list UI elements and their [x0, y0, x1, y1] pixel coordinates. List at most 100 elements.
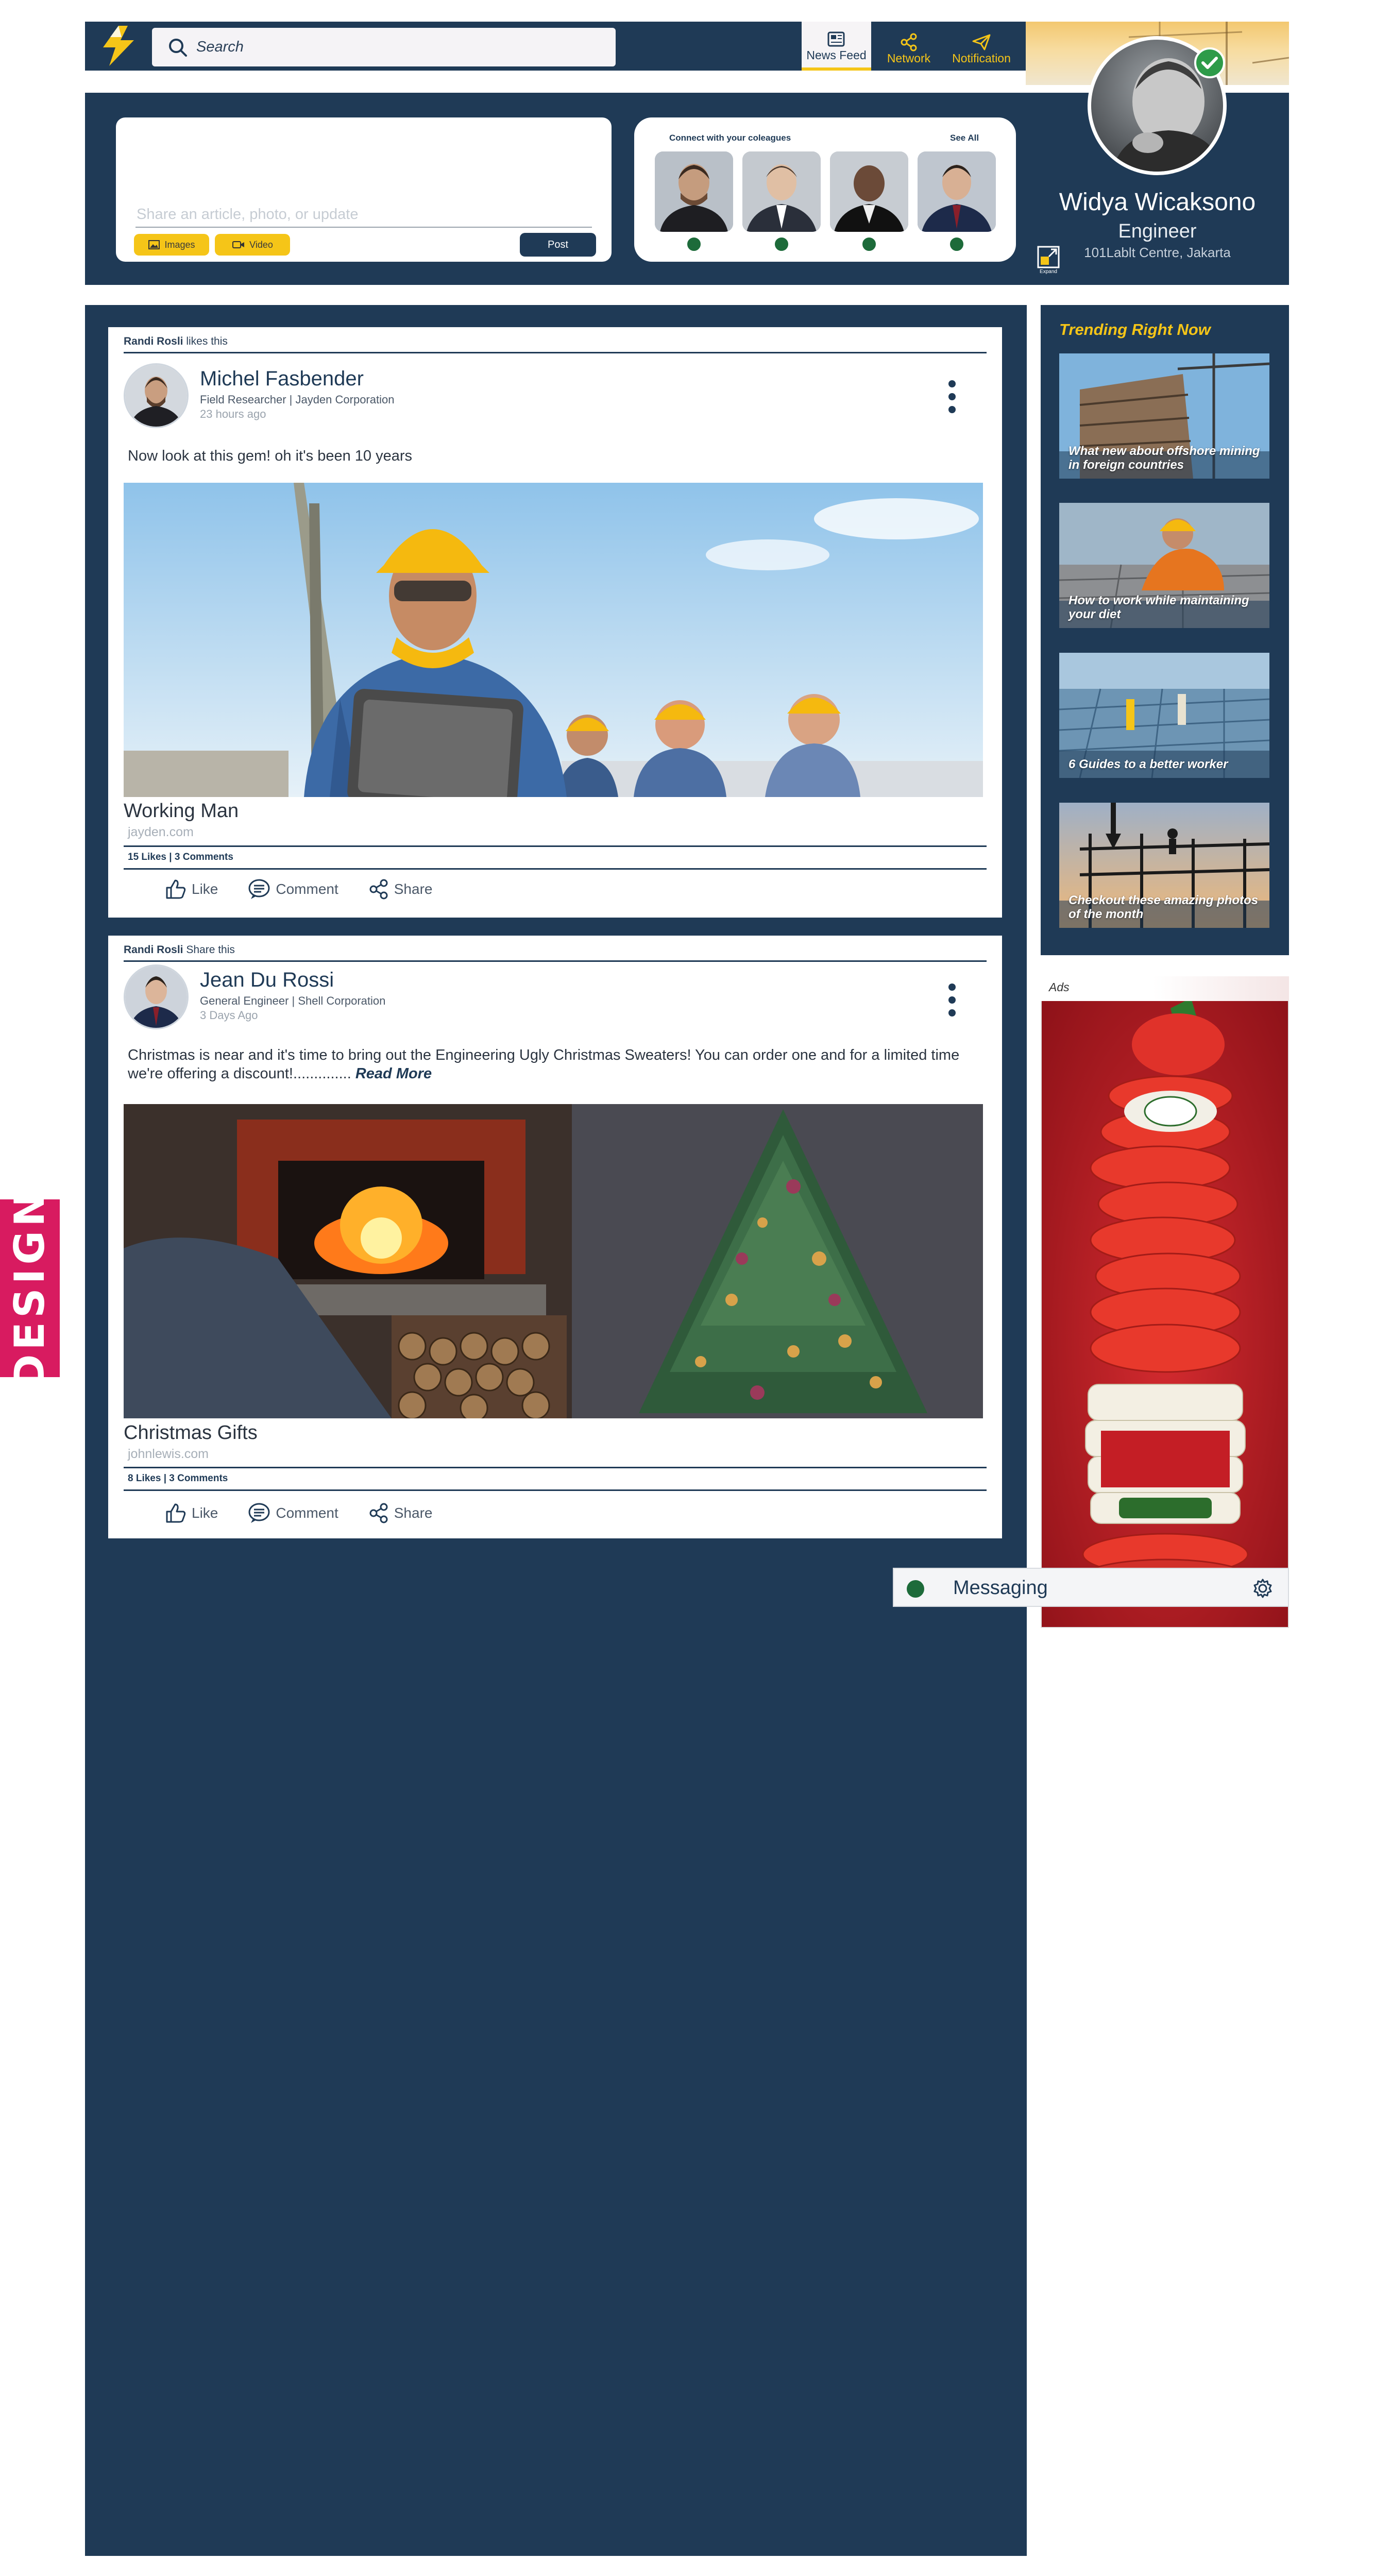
post-divider — [124, 868, 987, 870]
video-camera-icon — [232, 241, 245, 248]
colleague-card[interactable] — [655, 151, 733, 232]
trending-caption: Checkout these amazing photos of the mon… — [1068, 893, 1259, 922]
nav-label: Notification — [952, 52, 1011, 65]
post-divider — [124, 845, 987, 847]
connect-badge[interactable] — [686, 236, 702, 252]
comment-icon — [248, 1503, 270, 1523]
share-icon — [369, 1503, 388, 1523]
messaging-label: Messaging — [953, 1577, 1048, 1599]
connect-badge[interactable] — [861, 236, 877, 252]
trending-caption: 6 Guides to a better worker — [1068, 757, 1228, 772]
post-actions: Like Comment Share — [165, 1502, 432, 1524]
post-body: Now look at this gem! oh it's been 10 ye… — [128, 448, 412, 464]
attach-video-button[interactable]: Video — [215, 234, 290, 256]
link-title[interactable]: Christmas Gifts — [124, 1422, 258, 1444]
app-logo-icon[interactable] — [98, 24, 139, 68]
post-divider — [124, 352, 987, 353]
connect-badge[interactable] — [773, 236, 790, 252]
feed-post: Randi Rosli likes this Michel Fasbender … — [108, 327, 1002, 918]
like-button[interactable]: Like — [165, 1502, 218, 1524]
ads-label: Ads — [1049, 980, 1070, 994]
post-composer[interactable]: Share an article, photo, or update Image… — [116, 117, 612, 262]
author-avatar[interactable] — [124, 363, 189, 428]
ad-banner[interactable] — [1041, 976, 1289, 1628]
post-time: 3 Days Ago — [200, 1009, 258, 1022]
nav-label: Network — [887, 52, 931, 65]
post-activity: Randi Rosli Share this — [124, 944, 235, 956]
expand-icon — [1037, 246, 1060, 268]
trending-item[interactable]: Checkout these amazing photos of the mon… — [1059, 803, 1269, 928]
comment-button[interactable]: Comment — [248, 1502, 338, 1524]
share-button[interactable]: Share — [368, 1503, 432, 1523]
post-divider — [124, 1489, 987, 1491]
online-status-dot — [907, 1580, 924, 1598]
search-bar[interactable]: Search — [152, 28, 616, 66]
read-more-link[interactable]: Read More — [355, 1065, 432, 1082]
activity-user[interactable]: Randi Rosli — [124, 335, 183, 347]
colleague-card[interactable] — [742, 151, 821, 232]
network-icon — [901, 33, 917, 52]
author-avatar[interactable] — [124, 964, 189, 1029]
connect-badge[interactable] — [948, 236, 965, 252]
paper-plane-icon — [972, 34, 991, 50]
colleague-card[interactable] — [918, 151, 996, 232]
attach-images-button[interactable]: Images — [134, 234, 209, 256]
nav-label: News Feed — [806, 48, 867, 62]
image-icon — [148, 240, 160, 249]
comment-button[interactable]: Comment — [248, 878, 338, 900]
feed-post: Randi Rosli Share this Jean Du Rossi Gen… — [108, 936, 1002, 1538]
post-body: Christmas is near and it's time to bring… — [128, 1047, 960, 1082]
link-domain[interactable]: jayden.com — [128, 825, 194, 840]
verified-check-icon — [1194, 47, 1225, 78]
nav-news-feed[interactable]: News Feed — [802, 22, 871, 71]
trending-heading: Trending Right Now — [1059, 320, 1211, 338]
post-stats[interactable]: 15 Likes | 3 Comments — [128, 852, 233, 863]
nav-network[interactable]: Network — [873, 22, 944, 71]
profile-location: 101Lablt Centre, Jakarta — [1084, 245, 1231, 260]
activity-user[interactable]: Randi Rosli — [124, 944, 183, 956]
colleague-avatar — [655, 151, 733, 232]
gear-icon[interactable] — [1252, 1578, 1273, 1599]
activity-text: Share this — [183, 944, 235, 956]
link-domain[interactable]: johnlewis.com — [128, 1447, 209, 1462]
newspaper-icon — [827, 31, 844, 47]
post-activity: Randi Rosli likes this — [124, 335, 228, 348]
see-all-link[interactable]: See All — [950, 133, 979, 143]
thumbs-up-icon — [166, 1503, 186, 1523]
header-divider — [85, 71, 1027, 92]
expand-profile-button[interactable]: Expand — [1037, 245, 1060, 276]
post-image[interactable] — [124, 1104, 983, 1418]
comment-icon — [248, 879, 270, 899]
post-divider — [124, 1467, 987, 1468]
author-role: Field Researcher | Jayden Corporation — [200, 393, 395, 406]
colleagues-heading: Connect with your coleagues — [669, 133, 791, 143]
post-actions: Like Comment Share — [165, 878, 432, 900]
author-name[interactable]: Michel Fasbender — [200, 367, 364, 391]
post-image[interactable] — [124, 483, 983, 797]
trending-item[interactable]: How to work while maintaining your diet — [1059, 503, 1269, 628]
search-input[interactable]: Search — [196, 39, 244, 56]
colleague-card[interactable] — [830, 151, 908, 232]
link-title[interactable]: Working Man — [124, 800, 239, 822]
messaging-bar[interactable]: Messaging — [893, 1568, 1289, 1607]
post-time: 23 hours ago — [200, 408, 266, 420]
thumbs-up-icon — [166, 879, 186, 899]
profile-name: Widya Wicaksono — [1059, 189, 1256, 216]
author-name[interactable]: Jean Du Rossi — [200, 969, 334, 992]
nav-notification[interactable]: Notification — [945, 22, 1017, 71]
more-options-icon[interactable] — [947, 982, 957, 1018]
more-options-icon[interactable] — [947, 379, 957, 415]
trending-item[interactable]: 6 Guides to a better worker — [1059, 653, 1269, 778]
post-divider — [124, 960, 987, 962]
composer-input[interactable]: Share an article, photo, or update — [137, 206, 358, 223]
colleague-avatar — [918, 151, 996, 232]
post-stats[interactable]: 8 Likes | 3 Comments — [128, 1473, 228, 1484]
profile-title: Engineer — [1118, 221, 1197, 242]
design-badge: DESIGN — [0, 1188, 60, 1388]
like-button[interactable]: Like — [165, 878, 218, 900]
design-badge-label: DESIGN — [6, 1188, 54, 1389]
trending-item[interactable]: What new about offshore mining in foreig… — [1059, 353, 1269, 479]
post-button[interactable]: Post — [520, 233, 596, 257]
activity-text: likes this — [183, 335, 228, 347]
share-button[interactable]: Share — [368, 879, 432, 900]
